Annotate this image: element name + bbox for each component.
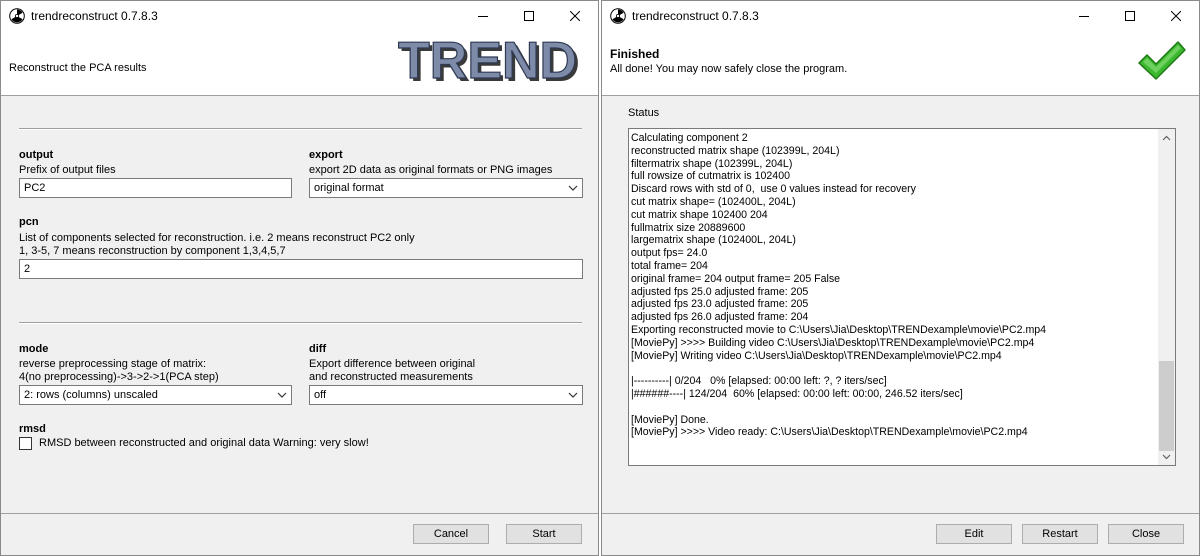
pcn-help-line2: 1, 3-5, 7 means reconstruction by compon… xyxy=(19,245,286,257)
chevron-down-icon xyxy=(277,392,287,398)
scroll-thumb[interactable] xyxy=(1159,361,1174,451)
window-title: trendreconstruct 0.7.8.3 xyxy=(632,8,759,23)
status-line: cut matrix shape 102400 204 xyxy=(631,208,768,221)
status-line: [MoviePy] Writing video C:\Users\Jia\Des… xyxy=(631,349,1002,362)
status-line xyxy=(631,362,1156,375)
export-label: export xyxy=(309,149,343,161)
app-radiation-icon xyxy=(9,7,25,24)
scroll-down-button[interactable] xyxy=(1158,448,1175,465)
chevron-up-icon xyxy=(1162,135,1171,140)
status-line: Exporting reconstructed movie to C:\User… xyxy=(631,323,1047,336)
mode-select[interactable]: 2: rows (columns) unscaled xyxy=(19,385,292,405)
minimize-icon xyxy=(478,15,488,17)
maximize-button[interactable] xyxy=(1107,1,1153,30)
status-line: adjusted fps 23.0 adjusted frame: 205 xyxy=(631,298,809,311)
chevron-down-icon xyxy=(568,185,578,191)
diff-help-line1: Export difference between original xyxy=(309,358,476,370)
close-button[interactable]: Close xyxy=(1108,524,1184,544)
status-log[interactable]: Calculating component 2 reconstructed mat… xyxy=(628,128,1176,466)
start-button[interactable]: Start xyxy=(506,524,582,544)
minimize-button[interactable] xyxy=(460,1,506,30)
chevron-down-icon xyxy=(568,392,578,398)
cancel-button[interactable]: Cancel xyxy=(413,524,489,544)
finished-subtitle: All done! You may now safely close the p… xyxy=(610,63,848,75)
status-line: total frame= 204 xyxy=(631,259,708,272)
status-scrollbar[interactable] xyxy=(1158,129,1175,465)
footer: Edit Restart Close xyxy=(602,513,1199,555)
output-help: Prefix of output files xyxy=(19,164,116,176)
footer: Cancel Start xyxy=(1,513,598,555)
rmsd-checkbox-label[interactable]: RMSD between reconstructed and original … xyxy=(39,437,369,450)
mode-help-line2: 4(no preprocessing)->3->2->1(PCA step) xyxy=(19,371,219,383)
app-radiation-icon xyxy=(610,7,626,24)
maximize-icon xyxy=(524,10,534,21)
status-line: reconstructed matrix shape (102399L, 204… xyxy=(631,144,840,157)
export-help: export 2D data as original formats or PN… xyxy=(309,164,553,176)
diff-label: diff xyxy=(309,343,327,355)
mode-help-line1: reverse preprocessing stage of matrix: xyxy=(19,358,207,370)
output-field[interactable]: PC2 xyxy=(19,178,292,198)
wizard-header: Reconstruct the PCA results TREND TREND xyxy=(1,30,598,96)
status-line xyxy=(631,401,1156,414)
status-line: output fps= 24.0 xyxy=(631,247,708,260)
status-line: filtermatrix shape (102399L, 204L) xyxy=(631,157,793,170)
finished-title: Finished xyxy=(610,47,660,61)
status-line: [MoviePy] Done. xyxy=(631,413,709,426)
status-line: [MoviePy] >>>> Video ready: C:\Users\Jia… xyxy=(631,426,1028,439)
restart-button[interactable]: Restart xyxy=(1022,524,1098,544)
close-icon xyxy=(570,10,580,21)
status-line: original frame= 204 output frame= 205 Fa… xyxy=(631,272,841,285)
status-line: Calculating component 2 xyxy=(631,132,748,144)
export-select-value: original format xyxy=(314,182,384,194)
rmsd-label: rmsd xyxy=(19,423,46,435)
pcn-help-line1: List of components selected for reconstr… xyxy=(19,232,415,244)
checkmark-logo xyxy=(1138,41,1186,80)
close-window-button[interactable] xyxy=(552,1,598,30)
status-line: [MoviePy] >>>> Building video C:\Users\J… xyxy=(631,336,1035,349)
finished-window: trendreconstruct 0.7.8.3 Finished All do… xyxy=(601,0,1200,556)
status-line: largematrix shape (102400L, 204L) xyxy=(631,234,796,247)
reconstruct-window: trendreconstruct 0.7.8.3 Reconstruct the… xyxy=(0,0,599,556)
header-subtitle: Reconstruct the PCA results xyxy=(9,62,147,74)
scroll-up-button[interactable] xyxy=(1158,129,1175,146)
status-line: Discard rows with std of 0, use 0 values… xyxy=(631,183,916,196)
edit-button[interactable]: Edit xyxy=(936,524,1012,544)
status-line: fullmatrix size 20889600 xyxy=(631,221,746,234)
status-line: cut matrix shape= (102400L, 204L) xyxy=(631,195,796,208)
title-bar[interactable]: trendreconstruct 0.7.8.3 xyxy=(602,1,1199,30)
diff-select-value: off xyxy=(314,389,327,401)
mode-select-value: 2: rows (columns) unscaled xyxy=(24,389,158,401)
status-log-text: Calculating component 2 reconstructed mat… xyxy=(631,132,1156,439)
status-line: full rowsize of cutmatrix is 102400 xyxy=(631,170,790,183)
export-select[interactable]: original format xyxy=(309,178,583,198)
separator xyxy=(19,322,582,324)
close-window-button[interactable] xyxy=(1153,1,1199,30)
diff-select[interactable]: off xyxy=(309,385,583,405)
status-line: |----------| 0/204 0% [elapsed: 00:00 le… xyxy=(631,375,887,388)
status-line: adjusted fps 26.0 adjusted frame: 204 xyxy=(631,311,809,324)
mode-label: mode xyxy=(19,343,49,355)
wizard-header: Finished All done! You may now safely cl… xyxy=(602,30,1199,96)
maximize-button[interactable] xyxy=(506,1,552,30)
trend-logo: TREND TREND xyxy=(398,35,580,87)
minimize-icon xyxy=(1079,15,1089,17)
chevron-down-icon xyxy=(1162,454,1171,459)
diff-help-line2: and reconstructed measurements xyxy=(309,371,473,383)
output-label: output xyxy=(19,149,54,161)
minimize-button[interactable] xyxy=(1061,1,1107,30)
title-bar[interactable]: trendreconstruct 0.7.8.3 xyxy=(1,1,598,30)
status-line: adjusted fps 25.0 adjusted frame: 205 xyxy=(631,285,809,298)
svg-text:TREND: TREND xyxy=(398,35,577,87)
pcn-label: pcn xyxy=(19,216,39,228)
pcn-field[interactable]: 2 xyxy=(19,259,583,279)
separator xyxy=(19,128,582,130)
status-line: |######----| 124/204 60% [elapsed: 00:00… xyxy=(631,387,963,400)
maximize-icon xyxy=(1125,10,1135,21)
status-label: Status xyxy=(628,107,660,119)
close-icon xyxy=(1171,10,1181,21)
window-title: trendreconstruct 0.7.8.3 xyxy=(31,8,158,23)
rmsd-checkbox[interactable] xyxy=(19,437,32,450)
